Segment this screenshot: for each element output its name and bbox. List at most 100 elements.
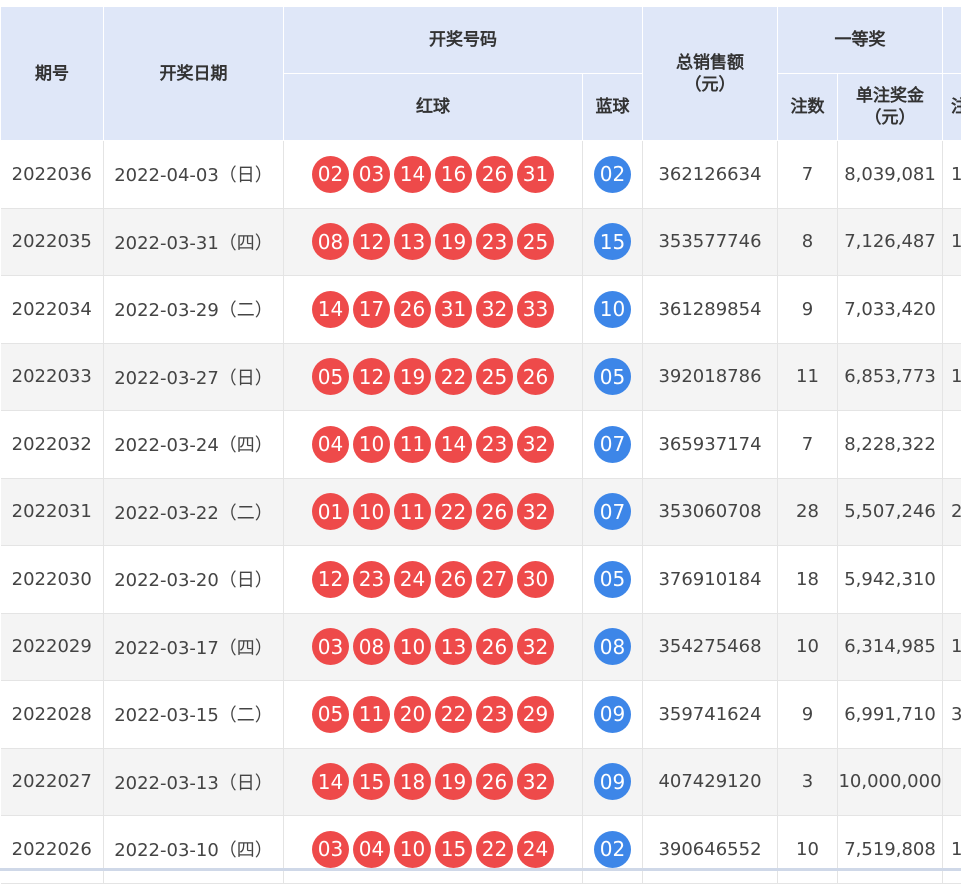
red-ball: 26 xyxy=(476,763,513,800)
header-sales: 总销售额 （元） xyxy=(643,7,778,141)
cell-period: 2022028 xyxy=(1,681,104,749)
red-ball: 14 xyxy=(394,156,431,193)
table-row: 20220332022-03-27（日）05121922252605392018… xyxy=(1,343,961,411)
red-ball-group: 020314162631 xyxy=(312,156,554,193)
red-ball: 15 xyxy=(435,831,472,868)
cell-amount: 8,039,081 xyxy=(838,141,943,209)
red-ball: 22 xyxy=(435,696,472,733)
red-ball: 14 xyxy=(435,426,472,463)
red-ball-group: 030810132632 xyxy=(312,628,554,665)
cell-amount: 7,033,420 xyxy=(838,276,943,344)
cell-sales: 359741624 xyxy=(643,681,778,749)
cell-blue-ball: 10 xyxy=(583,276,643,344)
cell-cut: 3 xyxy=(943,681,961,749)
red-ball-group: 030410152224 xyxy=(312,831,554,868)
red-ball: 32 xyxy=(517,493,554,530)
cell-amount: 6,991,710 xyxy=(838,681,943,749)
cell-date: 2022-03-10（四） xyxy=(104,816,284,884)
red-ball: 25 xyxy=(517,223,554,260)
red-ball: 26 xyxy=(476,628,513,665)
blue-ball: 09 xyxy=(594,763,631,800)
red-ball: 23 xyxy=(476,696,513,733)
cell-sales: 365937174 xyxy=(643,411,778,479)
cell-period: 2022032 xyxy=(1,411,104,479)
cell-blue-ball: 15 xyxy=(583,208,643,276)
cell-period: 2022033 xyxy=(1,343,104,411)
red-ball: 26 xyxy=(435,561,472,598)
cell-period: 2022036 xyxy=(1,141,104,209)
cell-cut: 1 xyxy=(943,141,961,209)
cell-sales: 361289854 xyxy=(643,276,778,344)
cell-amount: 10,000,000 xyxy=(838,748,943,816)
blue-ball: 07 xyxy=(594,426,631,463)
blue-ball: 05 xyxy=(594,561,631,598)
cell-blue-ball: 05 xyxy=(583,546,643,614)
cell-amount: 8,228,322 xyxy=(838,411,943,479)
red-ball: 17 xyxy=(353,291,390,328)
cell-sales: 407429120 xyxy=(643,748,778,816)
cell-blue-ball: 08 xyxy=(583,613,643,681)
red-ball: 11 xyxy=(394,426,431,463)
cell-cut: 1 xyxy=(943,208,961,276)
red-ball: 10 xyxy=(394,831,431,868)
cell-amount: 5,942,310 xyxy=(838,546,943,614)
blue-ball: 09 xyxy=(594,696,631,733)
red-ball: 29 xyxy=(517,696,554,733)
cell-blue-ball: 02 xyxy=(583,141,643,209)
red-ball: 31 xyxy=(435,291,472,328)
red-ball: 19 xyxy=(435,223,472,260)
cell-sales: 376910184 xyxy=(643,546,778,614)
cell-count: 18 xyxy=(778,546,838,614)
cell-count: 28 xyxy=(778,478,838,546)
red-ball-group: 041011142332 xyxy=(312,426,554,463)
cell-cut xyxy=(943,748,961,816)
cell-date: 2022-04-03（日） xyxy=(104,141,284,209)
cell-date: 2022-03-17（四） xyxy=(104,613,284,681)
red-ball: 19 xyxy=(394,358,431,395)
cell-red-balls: 141726313233 xyxy=(284,276,583,344)
red-ball: 24 xyxy=(517,831,554,868)
red-ball: 32 xyxy=(517,628,554,665)
red-ball: 23 xyxy=(353,561,390,598)
red-ball: 05 xyxy=(312,696,349,733)
cell-date: 2022-03-29（二） xyxy=(104,276,284,344)
blue-ball: 08 xyxy=(594,628,631,665)
cell-sales: 354275468 xyxy=(643,613,778,681)
cell-count: 8 xyxy=(778,208,838,276)
blue-ball: 02 xyxy=(594,156,631,193)
red-ball: 12 xyxy=(353,358,390,395)
red-ball: 24 xyxy=(394,561,431,598)
header-cut-top xyxy=(943,7,961,74)
table-row: 20220352022-03-31（四）08121319232515353577… xyxy=(1,208,961,276)
red-ball: 12 xyxy=(353,223,390,260)
cell-count: 11 xyxy=(778,343,838,411)
header-first-prize: 一等奖 xyxy=(778,7,943,74)
red-ball: 08 xyxy=(312,223,349,260)
header-amount: 单注奖金 （元） xyxy=(838,74,943,141)
red-ball: 16 xyxy=(435,156,472,193)
cell-sales: 390646552 xyxy=(643,816,778,884)
red-ball: 14 xyxy=(312,763,349,800)
cell-blue-ball: 07 xyxy=(583,478,643,546)
cell-red-balls: 030810132632 xyxy=(284,613,583,681)
red-ball: 03 xyxy=(312,628,349,665)
red-ball-group: 051120222329 xyxy=(312,696,554,733)
cell-blue-ball: 09 xyxy=(583,681,643,749)
cell-cut xyxy=(943,546,961,614)
header-blue: 蓝球 xyxy=(583,74,643,141)
cell-red-balls: 122324262730 xyxy=(284,546,583,614)
table-row: 20220272022-03-13（日）14151819263209407429… xyxy=(1,748,961,816)
cell-cut: 2 xyxy=(943,478,961,546)
red-ball: 13 xyxy=(435,628,472,665)
table-row: 20220312022-03-22（二）01101122263207353060… xyxy=(1,478,961,546)
cell-date: 2022-03-31（四） xyxy=(104,208,284,276)
red-ball: 32 xyxy=(476,291,513,328)
red-ball-group: 051219222526 xyxy=(312,358,554,395)
red-ball: 10 xyxy=(394,628,431,665)
cell-cut xyxy=(943,276,961,344)
red-ball: 11 xyxy=(394,493,431,530)
cell-period: 2022027 xyxy=(1,748,104,816)
header-period: 期号 xyxy=(1,7,104,141)
red-ball: 23 xyxy=(476,426,513,463)
red-ball-group: 141726313233 xyxy=(312,291,554,328)
